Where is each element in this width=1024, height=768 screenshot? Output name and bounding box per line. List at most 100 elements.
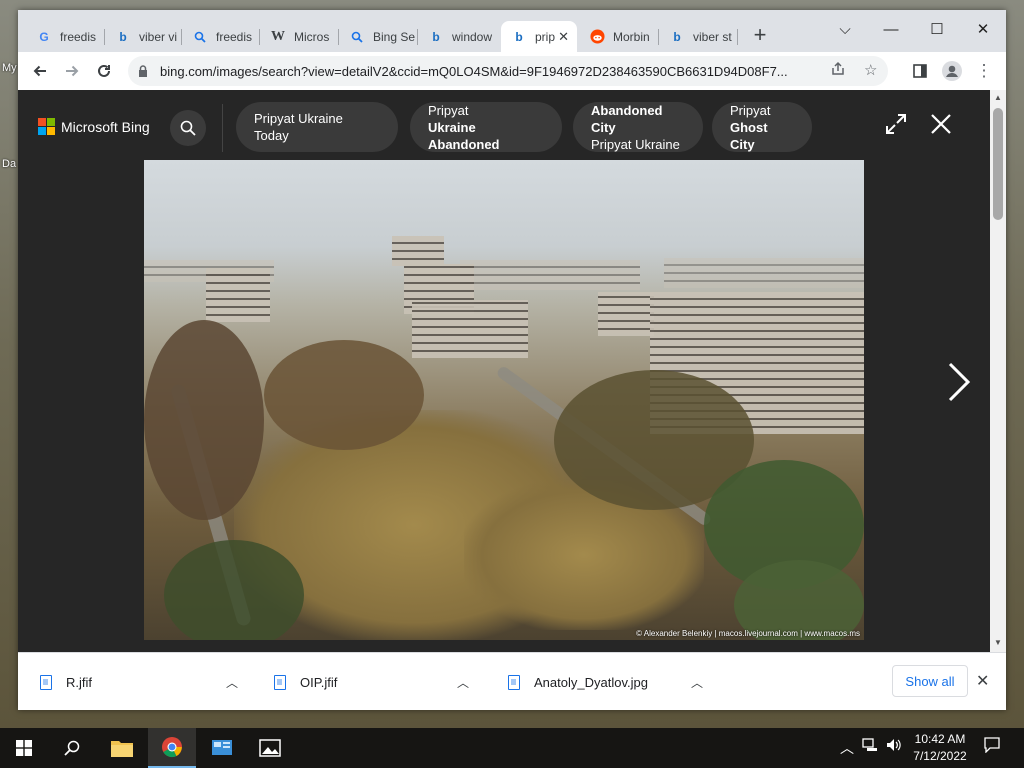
browser-tab[interactable]: G freedis [26, 21, 105, 52]
close-window-button[interactable]: ✕ [960, 16, 1006, 42]
bing-top-bar: Microsoft Bing Pripyat Ukraine Today Pri… [18, 90, 1006, 160]
close-tab-icon[interactable]: ✕ [558, 29, 569, 45]
related-search-chip[interactable]: Pripyat Ghost City [712, 102, 812, 152]
menu-kebab-icon[interactable]: ⋮ [972, 59, 996, 83]
browser-window: G freedis b viber vi freedis W Micros Bi… [18, 10, 1006, 710]
show-all-button[interactable]: Show all [892, 665, 968, 697]
photos-app-icon[interactable] [246, 728, 294, 768]
search-icon [349, 29, 365, 45]
tab-title: freedis [216, 29, 253, 44]
bing-icon: b [515, 29, 523, 44]
browser-tab[interactable]: W Micros [260, 21, 339, 52]
desktop-icon-label[interactable]: My [2, 62, 17, 74]
chip-text: Pripyat Ukraine Today [254, 111, 343, 143]
download-shelf: R.jfif ︿ OIP.jfif ︿ Anatoly_Dyatlov.jpg … [18, 652, 1006, 710]
notification-icon[interactable] [982, 737, 1002, 757]
microsoft-logo-icon [38, 118, 55, 135]
forward-arrow-icon[interactable] [60, 59, 84, 83]
chip-text: Pripyat [428, 102, 469, 118]
browser-tab-active[interactable]: b prip ✕ [501, 21, 577, 52]
clock-time: 10:42 AM [914, 732, 966, 746]
browser-tab[interactable]: Morbin [579, 21, 659, 52]
minimize-button[interactable]: — [868, 16, 914, 42]
bing-logo[interactable]: Microsoft Bing [38, 118, 150, 135]
browser-tab[interactable]: Bing Se [339, 21, 418, 52]
chevron-up-icon[interactable]: ︿ [457, 674, 469, 691]
main-image[interactable]: © Alexander Belenkiy | macos.livejournal… [144, 160, 864, 640]
expand-icon[interactable] [884, 112, 908, 140]
next-image-chevron-icon[interactable] [946, 360, 972, 415]
download-filename: R.jfif [66, 674, 92, 690]
tab-separator [737, 29, 738, 45]
wikipedia-icon: W [271, 28, 285, 44]
profile-avatar-icon[interactable] [940, 59, 964, 83]
address-bar[interactable]: bing.com/images/search?view=detailV2&cci… [128, 56, 888, 86]
browser-toolbar: bing.com/images/search?view=detailV2&cci… [18, 52, 1006, 90]
image-file-icon [508, 674, 520, 690]
tab-title: viber st [693, 29, 732, 44]
reload-icon[interactable] [92, 59, 116, 83]
close-viewer-icon[interactable] [929, 112, 953, 140]
download-filename: OIP.jfif [300, 674, 338, 690]
tab-title: window [452, 29, 493, 44]
share-icon[interactable] [830, 61, 846, 81]
scrollbar-thumb[interactable] [993, 108, 1003, 220]
related-search-chip[interactable]: Pripyat Ukraine Today [236, 102, 398, 152]
chip-text-bold: Ukraine Abandoned [428, 119, 500, 152]
download-item[interactable]: Anatoly_Dyatlov.jpg ︿ [508, 653, 720, 711]
bing-logo-text: Microsoft Bing [61, 118, 150, 135]
clock-date: 7/12/2022 [913, 749, 967, 763]
browser-tab[interactable]: b viber st [659, 21, 738, 52]
scroll-down-arrow-icon[interactable]: ▼ [994, 638, 1002, 647]
maximize-button[interactable]: ☐ [914, 16, 960, 42]
volume-icon[interactable] [886, 738, 902, 755]
download-filename: Anatoly_Dyatlov.jpg [534, 674, 648, 690]
windows-start-icon[interactable] [0, 728, 48, 768]
show-hidden-icons-chevron-icon[interactable]: ︿ [840, 738, 854, 758]
reddit-icon [589, 29, 605, 45]
system-clock[interactable]: 10:42 AM 7/12/2022 [908, 731, 972, 765]
download-item[interactable]: OIP.jfif ︿ [274, 653, 486, 711]
bing-icon: b [432, 29, 440, 44]
browser-tab[interactable]: b viber vi [105, 21, 182, 52]
browser-tab[interactable]: freedis [182, 21, 260, 52]
image-file-icon [40, 674, 52, 690]
side-panel-icon[interactable] [908, 59, 932, 83]
new-tab-button[interactable]: + [748, 24, 772, 48]
file-explorer-icon[interactable] [98, 728, 146, 768]
page-viewport: Microsoft Bing Pripyat Ukraine Today Pri… [18, 90, 1006, 652]
tab-title: Bing Se [373, 29, 416, 44]
download-item[interactable]: R.jfif ︿ [40, 653, 252, 711]
chip-text-bold: Abandoned City [591, 102, 663, 135]
divider [222, 104, 223, 152]
image-credit: © Alexander Belenkiy | macos.livejournal… [636, 629, 860, 638]
tab-title: viber vi [139, 29, 178, 44]
desktop-icon-label[interactable]: Da [2, 158, 16, 170]
taskbar-search-icon[interactable] [48, 728, 96, 768]
related-search-chip[interactable]: Abandoned City Pripyat Ukraine [573, 102, 703, 152]
tab-search-chevron-icon[interactable]: ⌵ [822, 16, 868, 42]
bing-icon: b [673, 29, 681, 44]
chevron-up-icon[interactable]: ︿ [226, 674, 238, 691]
back-arrow-icon[interactable] [28, 59, 52, 83]
scroll-up-arrow-icon[interactable]: ▲ [994, 93, 1002, 102]
windows-taskbar: ︿ 10:42 AM 7/12/2022 [0, 728, 1024, 768]
chip-text: Pripyat Ukraine [591, 136, 680, 152]
vertical-scrollbar[interactable]: ▲ ▼ [990, 90, 1006, 652]
url-text[interactable]: bing.com/images/search?view=detailV2&cci… [160, 64, 820, 79]
search-icon [192, 29, 208, 45]
related-search-chip[interactable]: Pripyat Ukraine Abandoned [410, 102, 562, 152]
tab-title: Morbin [613, 29, 650, 44]
network-icon[interactable] [862, 738, 878, 755]
search-button[interactable] [170, 110, 206, 146]
control-panel-icon[interactable] [198, 728, 246, 768]
chevron-up-icon[interactable]: ︿ [691, 674, 703, 691]
close-shelf-icon[interactable]: ✕ [976, 671, 989, 691]
tab-title: freedis [60, 29, 97, 44]
lock-icon[interactable] [138, 64, 148, 77]
browser-tab[interactable]: b window [418, 21, 499, 52]
chrome-icon[interactable] [148, 728, 196, 768]
bing-icon: b [119, 29, 127, 44]
bookmark-star-icon[interactable]: ☆ [864, 61, 877, 79]
google-icon: G [39, 29, 49, 44]
